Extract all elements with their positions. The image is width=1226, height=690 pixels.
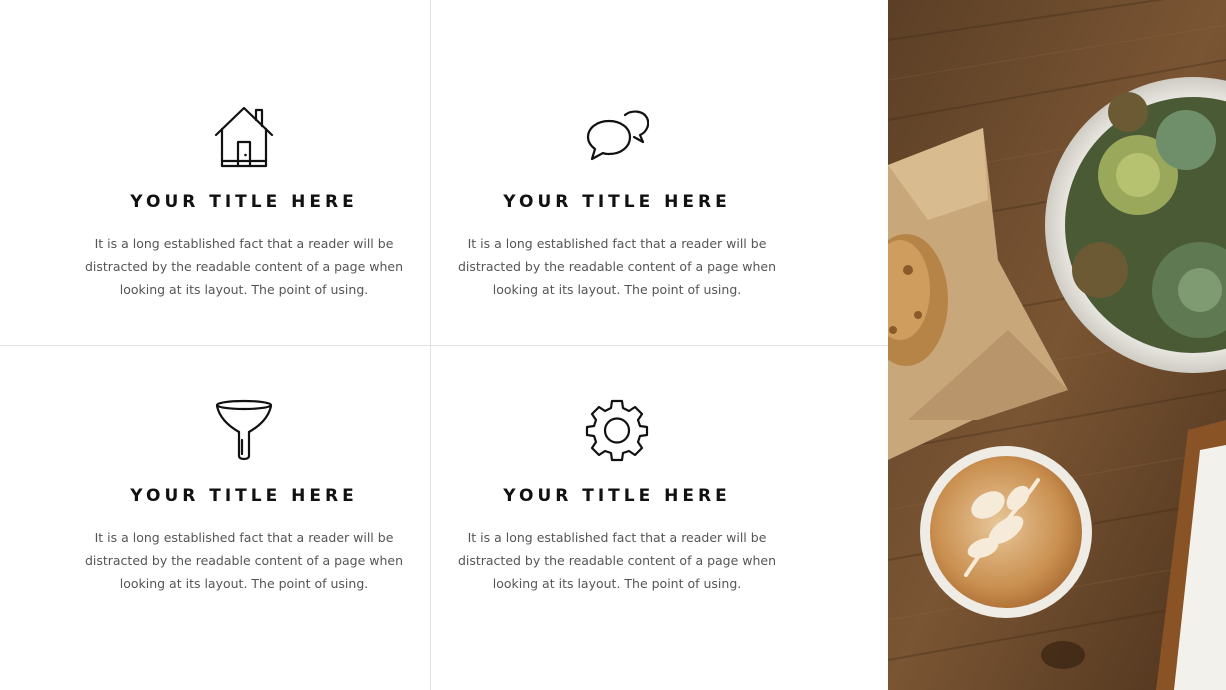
feature-title: YOUR TITLE HERE [503,192,731,212]
funnel-icon [215,399,273,461]
feature-card-1: YOUR TITLE HERE It is a long established… [44,104,444,301]
coffee-table-photo [888,0,1226,690]
house-icon [214,106,274,168]
gear-icon [585,399,649,462]
feature-description: It is a long established fact that a rea… [84,530,404,591]
feature-description: It is a long established fact that a rea… [457,530,777,591]
chat-bubbles-icon [586,110,649,161]
feature-card-2: YOUR TITLE HERE It is a long established… [417,104,817,301]
horizontal-divider [0,345,888,346]
feature-title: YOUR TITLE HERE [503,486,731,506]
feature-title: YOUR TITLE HERE [130,192,358,212]
feature-card-3: YOUR TITLE HERE It is a long established… [44,398,444,595]
slide: YOUR TITLE HERE It is a long established… [0,0,1226,690]
coffee-table-image [888,0,1226,690]
features-grid: YOUR TITLE HERE It is a long established… [0,0,888,690]
feature-description: It is a long established fact that a rea… [84,236,404,297]
feature-title: YOUR TITLE HERE [130,486,358,506]
feature-description: It is a long established fact that a rea… [457,236,777,297]
feature-card-4: YOUR TITLE HERE It is a long established… [417,398,817,595]
